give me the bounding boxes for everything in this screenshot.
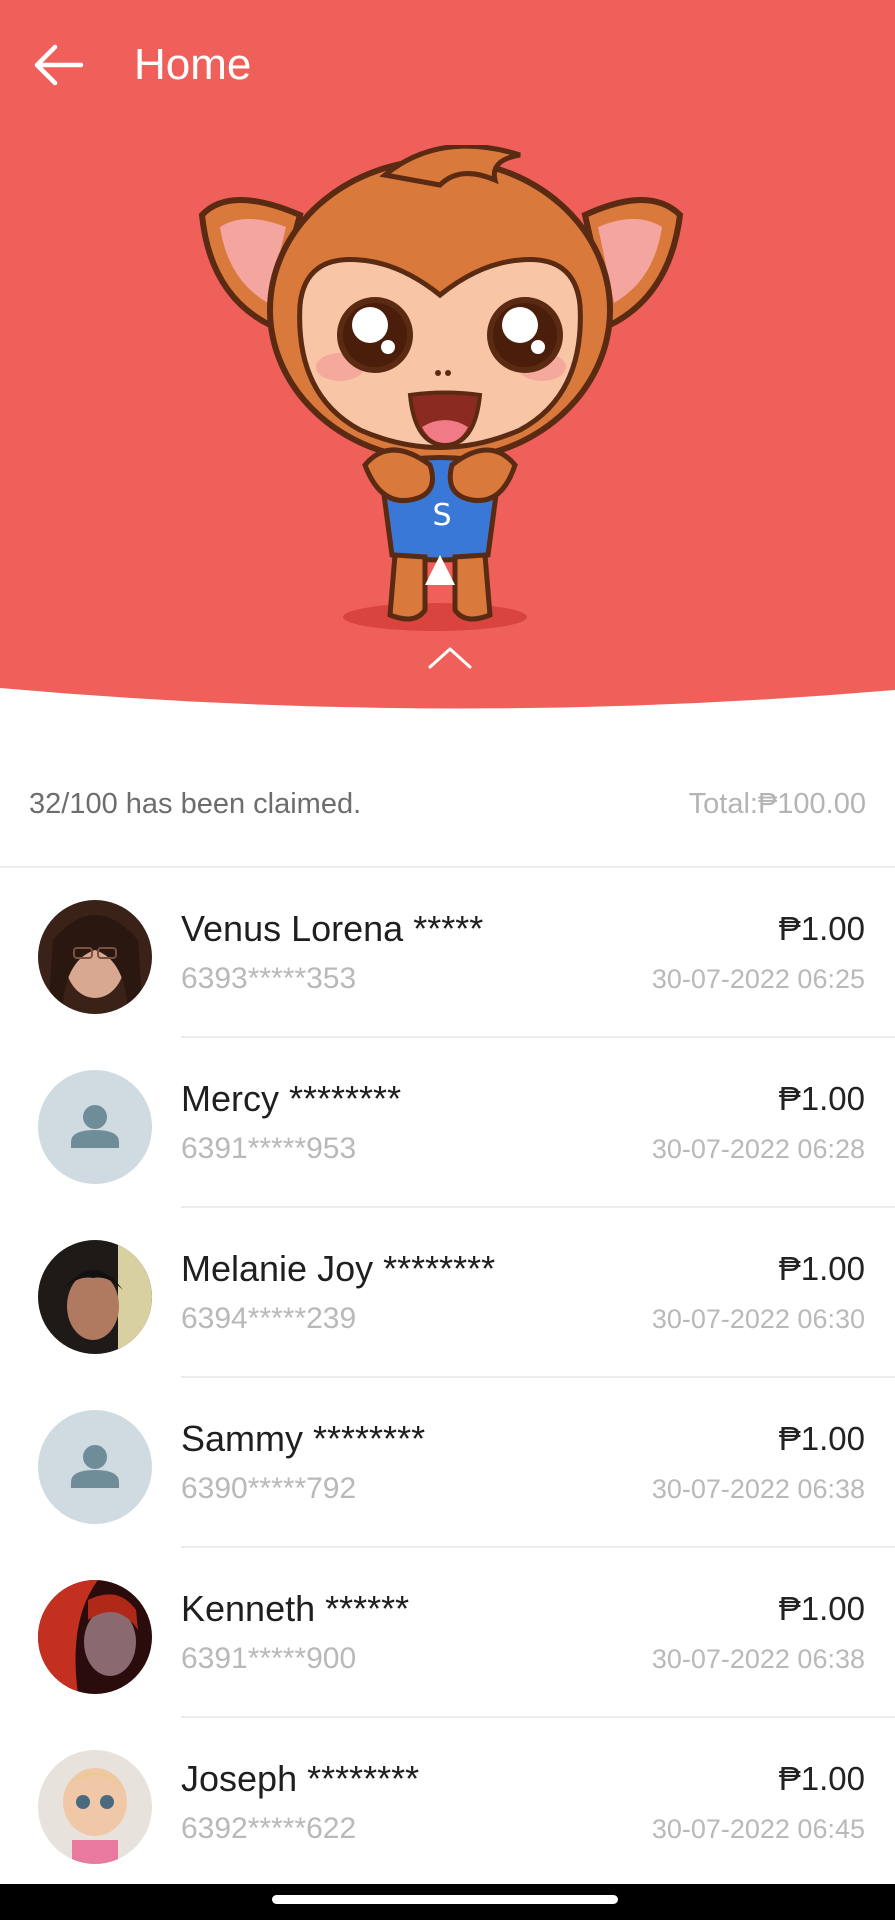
claimer-phone: 6391*****953 [181, 1132, 357, 1165]
claimer-phone: 6392*****622 [181, 1812, 357, 1845]
claim-summary: 32/100 has been claimed. Total:₱100.00 [0, 756, 895, 868]
chevron-up-icon [428, 647, 472, 669]
claim-time: 30-07-2022 06:30 [651, 1304, 865, 1334]
claimer-name: Kenneth ****** [181, 1588, 410, 1629]
arrow-left-icon [34, 44, 84, 86]
default-user-icon [38, 1410, 152, 1524]
claimer-name: Venus Lorena ***** [181, 908, 484, 949]
avatar [38, 1410, 152, 1524]
claim-time: 30-07-2022 06:28 [651, 1134, 865, 1164]
expand-button[interactable] [422, 640, 478, 676]
svg-text:S: S [432, 498, 451, 533]
top-app-bar: Home [0, 0, 895, 130]
claims-list: Venus Lorena ***** 6393*****353 ₱1.00 30… [0, 868, 895, 1888]
claimer-name: Mercy ******** [181, 1078, 402, 1119]
claimer-name: Melanie Joy ******** [181, 1248, 496, 1289]
list-item[interactable]: Venus Lorena ***** 6393*****353 ₱1.00 30… [0, 868, 895, 1038]
claimer-phone: 6394*****239 [181, 1302, 357, 1335]
user-photo-icon [38, 1580, 152, 1694]
avatar [38, 1750, 152, 1864]
claimer-phone: 6391*****900 [181, 1642, 357, 1675]
claimer-name: Joseph ******** [181, 1758, 420, 1799]
user-photo-icon [38, 1750, 152, 1864]
home-indicator[interactable] [272, 1895, 618, 1904]
claimed-count-text: 32/100 has been claimed. [29, 788, 362, 820]
claim-amount: ₱1.00 [778, 1760, 865, 1797]
back-button[interactable] [26, 38, 90, 92]
user-photo-icon [38, 1240, 152, 1354]
claimer-phone: 6390*****792 [181, 1472, 357, 1505]
claim-amount: ₱1.00 [778, 1420, 865, 1457]
claim-amount: ₱1.00 [778, 910, 865, 947]
list-item[interactable]: Melanie Joy ******** 6394*****239 ₱1.00 … [0, 1208, 895, 1378]
monkey-mascot-illustration: S [198, 145, 684, 631]
page-title: Home [134, 40, 252, 89]
claimer-name: Sammy ******** [181, 1418, 426, 1459]
claim-amount: ₱1.00 [778, 1080, 865, 1117]
avatar [38, 1580, 152, 1694]
list-item[interactable]: Mercy ******** 6391*****953 ₱1.00 30-07-… [0, 1038, 895, 1208]
hero-banner: Home S [0, 0, 895, 720]
claim-time: 30-07-2022 06:38 [651, 1644, 865, 1674]
claimer-phone: 6393*****353 [181, 962, 357, 995]
claim-time: 30-07-2022 06:45 [651, 1814, 865, 1844]
default-user-icon [38, 1070, 152, 1184]
claim-time: 30-07-2022 06:38 [651, 1474, 865, 1504]
claim-time: 30-07-2022 06:25 [651, 964, 865, 994]
system-navigation-bar [0, 1884, 895, 1920]
avatar [38, 900, 152, 1014]
list-item[interactable]: Joseph ******** 6392*****622 ₱1.00 30-07… [0, 1718, 895, 1888]
total-amount-text: Total:₱100.00 [688, 788, 866, 820]
list-item[interactable]: Sammy ******** 6390*****792 ₱1.00 30-07-… [0, 1378, 895, 1548]
list-item[interactable]: Kenneth ****** 6391*****900 ₱1.00 30-07-… [0, 1548, 895, 1718]
claim-amount: ₱1.00 [778, 1250, 865, 1287]
avatar [38, 1240, 152, 1354]
claim-amount: ₱1.00 [778, 1590, 865, 1627]
user-photo-icon [38, 900, 152, 1014]
avatar [38, 1070, 152, 1184]
